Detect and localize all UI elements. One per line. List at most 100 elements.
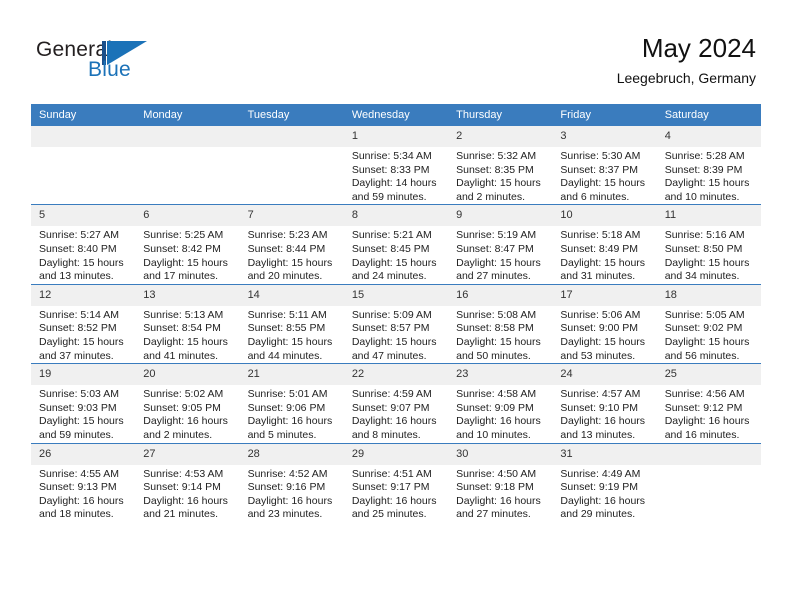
sunset-text: Sunset: 9:19 PM <box>560 481 639 494</box>
daylight-text: Daylight: 14 hours and 59 minutes. <box>351 177 437 203</box>
day-number: 24 <box>552 364 657 386</box>
calendar-day-cell[interactable]: 16 Sunrise: 5:08 AM Sunset: 8:58 PM Dayligh… <box>448 283 553 364</box>
day-number: 6 <box>135 205 240 227</box>
day-number: 21 <box>239 364 344 386</box>
calendar-day-cell[interactable]: 15 Sunrise: 5:09 AM Sunset: 8:57 PM Dayligh… <box>343 283 449 364</box>
calendar-week-row: 5 Sunrise: 5:27 AM Sunset: 8:40 PM Daylight… <box>31 204 761 285</box>
sunrise-text: Sunrise: 5:25 AM <box>143 229 224 242</box>
daylight-text: Daylight: 15 hours and 13 minutes. <box>39 256 124 283</box>
day-details: Sunrise: 5:13 AM Sunset: 8:54 PM Daylight:… <box>135 306 239 363</box>
sunrise-text: Sunrise: 4:49 AM <box>560 467 641 480</box>
sunset-text: Sunset: 9:00 PM <box>560 322 639 335</box>
calendar-day-cell[interactable]: 2 Sunrise: 5:32 AM Sunset: 8:35 PM Daylight… <box>448 126 553 205</box>
calendar-day-cell[interactable]: 31 Sunrise: 4:49 AM Sunset: 9:19 PM Dayligh… <box>552 442 657 522</box>
calendar-day-cell[interactable]: 29 Sunrise: 4:51 AM Sunset: 9:17 PM Dayligh… <box>343 442 449 522</box>
day-number: 23 <box>448 364 553 386</box>
daylight-text: Daylight: 15 hours and 50 minutes. <box>456 335 541 362</box>
day-number: 26 <box>31 443 136 465</box>
calendar-day-cell[interactable]: 18 Sunrise: 5:05 AM Sunset: 9:02 PM Dayligh… <box>656 283 761 364</box>
day-number: 5 <box>31 205 136 227</box>
sunrise-text: Sunrise: 5:34 AM <box>351 150 432 162</box>
weekday-header-saturday: Saturday <box>656 104 761 126</box>
calendar-day-cell[interactable]: 30 Sunrise: 4:50 AM Sunset: 9:18 PM Dayligh… <box>448 442 553 522</box>
calendar-day-cell[interactable]: 26 Sunrise: 4:55 AM Sunset: 9:13 PM Dayligh… <box>31 442 136 522</box>
weekday-header-friday: Friday <box>552 104 657 126</box>
calendar-day-cell[interactable]: 4 Sunrise: 5:28 AM Sunset: 8:39 PM Daylight… <box>656 126 761 205</box>
calendar-day-cell[interactable]: 24 Sunrise: 4:57 AM Sunset: 9:10 PM Dayligh… <box>552 363 657 443</box>
day-number: 1 <box>343 126 449 147</box>
calendar-day-cell[interactable]: 27 Sunrise: 4:53 AM Sunset: 9:14 PM Dayligh… <box>135 442 240 522</box>
day-details: Sunrise: 4:58 AM Sunset: 9:09 PM Daylight:… <box>448 385 552 442</box>
calendar-day-cell[interactable]: 7 Sunrise: 5:23 AM Sunset: 8:44 PM Daylight… <box>239 204 344 285</box>
day-number: 10 <box>552 205 657 227</box>
sunrise-text: Sunrise: 5:06 AM <box>560 308 641 321</box>
calendar-day-cell[interactable]: 28 Sunrise: 4:52 AM Sunset: 9:16 PM Dayligh… <box>239 442 344 522</box>
brand-logo[interactable]: General Blue <box>36 38 156 86</box>
calendar-day-cell[interactable]: 6 Sunrise: 5:25 AM Sunset: 8:42 PM Daylight… <box>135 204 240 285</box>
sunrise-text: Sunrise: 4:58 AM <box>456 388 537 401</box>
calendar-day-cell[interactable]: 11 Sunrise: 5:16 AM Sunset: 8:50 PM Dayligh… <box>656 204 761 285</box>
calendar-day-cell[interactable]: 17 Sunrise: 5:06 AM Sunset: 9:00 PM Dayligh… <box>552 283 657 364</box>
calendar-body: 1 Sunrise: 5:34 AM Sunset: 8:33 PM Daylight… <box>31 126 761 522</box>
calendar-day-cell[interactable]: 9 Sunrise: 5:19 AM Sunset: 8:47 PM Daylight… <box>448 204 553 285</box>
calendar-day-cell[interactable]: 13 Sunrise: 5:13 AM Sunset: 8:54 PM Dayligh… <box>135 283 240 364</box>
calendar-page: General Blue May 2024 Leegebruch, German… <box>0 0 792 612</box>
daylight-text: Daylight: 15 hours and 31 minutes. <box>560 256 646 283</box>
sunrise-text: Sunrise: 4:57 AM <box>560 388 641 401</box>
brand-name-blue: Blue <box>88 58 131 81</box>
day-number <box>31 126 136 147</box>
day-details: Sunrise: 5:23 AM Sunset: 8:44 PM Daylight:… <box>240 226 344 283</box>
sunset-text: Sunset: 9:16 PM <box>247 481 326 494</box>
sunrise-text: Sunrise: 4:59 AM <box>351 388 432 401</box>
day-details: Sunrise: 5:28 AM Sunset: 8:39 PM Daylight:… <box>657 147 761 204</box>
day-number: 30 <box>448 443 553 465</box>
calendar-day-cell[interactable]: 25 Sunrise: 4:56 AM Sunset: 9:12 PM Dayligh… <box>656 363 761 443</box>
sunset-text: Sunset: 8:44 PM <box>247 242 326 255</box>
daylight-text: Daylight: 16 hours and 13 minutes. <box>560 415 646 441</box>
daylight-text: Daylight: 16 hours and 5 minutes. <box>247 415 333 441</box>
calendar-day-cell[interactable]: 5 Sunrise: 5:27 AM Sunset: 8:40 PM Daylight… <box>31 204 136 285</box>
sunrise-text: Sunrise: 5:21 AM <box>351 229 432 242</box>
calendar-day-cell[interactable]: 19 Sunrise: 5:03 AM Sunset: 9:03 PM Dayligh… <box>31 363 136 443</box>
day-details: Sunrise: 4:53 AM Sunset: 9:14 PM Daylight:… <box>135 465 239 522</box>
sunset-text: Sunset: 8:33 PM <box>351 163 430 176</box>
daylight-text: Daylight: 15 hours and 44 minutes. <box>247 335 333 362</box>
calendar-day-cell[interactable]: 12 Sunrise: 5:14 AM Sunset: 8:52 PM Dayligh… <box>31 283 136 364</box>
day-number: 25 <box>656 364 761 386</box>
sunrise-text: Sunrise: 4:53 AM <box>143 467 224 480</box>
weekday-header-wednesday: Wednesday <box>343 104 449 126</box>
day-number <box>135 126 240 147</box>
calendar-day-cell[interactable]: 8 Sunrise: 5:21 AM Sunset: 8:45 PM Daylight… <box>343 204 449 285</box>
sunrise-text: Sunrise: 5:08 AM <box>456 308 537 321</box>
sunrise-text: Sunrise: 5:11 AM <box>247 308 327 321</box>
calendar-day-cell[interactable]: 1 Sunrise: 5:34 AM Sunset: 8:33 PM Daylight… <box>343 126 449 205</box>
sunset-text: Sunset: 9:14 PM <box>143 481 221 494</box>
sunset-text: Sunset: 8:57 PM <box>351 322 430 335</box>
sunrise-text: Sunrise: 5:13 AM <box>143 308 224 321</box>
day-number: 31 <box>552 443 657 465</box>
calendar-cell-empty <box>656 442 761 522</box>
day-number: 2 <box>448 126 553 147</box>
calendar-day-cell[interactable]: 22 Sunrise: 4:59 AM Sunset: 9:07 PM Dayligh… <box>343 363 449 443</box>
daylight-text: Daylight: 15 hours and 20 minutes. <box>247 256 333 283</box>
day-number <box>656 443 761 465</box>
calendar-day-cell[interactable]: 23 Sunrise: 4:58 AM Sunset: 9:09 PM Dayligh… <box>448 363 553 443</box>
sunset-text: Sunset: 9:18 PM <box>456 481 534 494</box>
calendar-day-cell[interactable]: 20 Sunrise: 5:02 AM Sunset: 9:05 PM Dayligh… <box>135 363 240 443</box>
sunset-text: Sunset: 8:35 PM <box>456 163 534 176</box>
sunrise-text: Sunrise: 5:27 AM <box>39 229 119 242</box>
day-number: 15 <box>343 284 449 306</box>
sunset-text: Sunset: 9:09 PM <box>456 401 534 414</box>
sunset-text: Sunset: 8:50 PM <box>664 242 743 255</box>
calendar-day-cell[interactable]: 14 Sunrise: 5:11 AM Sunset: 8:55 PM Dayligh… <box>239 283 344 364</box>
calendar-day-cell[interactable]: 3 Sunrise: 5:30 AM Sunset: 8:37 PM Daylight… <box>552 126 657 205</box>
day-details: Sunrise: 4:59 AM Sunset: 9:07 PM Daylight:… <box>344 385 448 442</box>
weekday-header-monday: Monday <box>135 104 240 126</box>
daylight-text: Daylight: 15 hours and 41 minutes. <box>143 335 228 362</box>
calendar-day-cell[interactable]: 21 Sunrise: 5:01 AM Sunset: 9:06 PM Dayligh… <box>239 363 344 443</box>
weekday-header-sunday: Sunday <box>31 104 136 126</box>
calendar-day-cell[interactable]: 10 Sunrise: 5:18 AM Sunset: 8:49 PM Dayligh… <box>552 204 657 285</box>
day-number: 7 <box>239 205 344 227</box>
daylight-text: Daylight: 15 hours and 34 minutes. <box>664 256 750 283</box>
day-details: Sunrise: 5:03 AM Sunset: 9:03 PM Daylight:… <box>31 385 135 442</box>
